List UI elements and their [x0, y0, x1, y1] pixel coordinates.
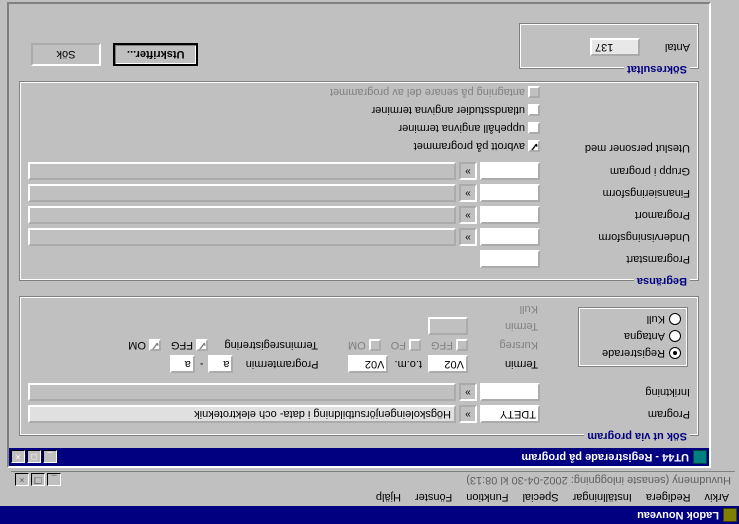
finansieringsform-desc [28, 184, 456, 202]
tom-label: t.o.m. [394, 358, 422, 370]
cb-kursreg-fo [409, 339, 421, 351]
cb-kursreg-om-label: OM [348, 339, 366, 351]
grupp-label: Grupp i program [540, 165, 690, 177]
cb-kursreg-ffg [456, 339, 468, 351]
child-icon [693, 450, 707, 464]
child-title: UT44 - Registrerade på program [57, 451, 689, 463]
child-minimize-icon[interactable]: _ [43, 451, 57, 464]
child-maximize-icon[interactable]: □ [27, 451, 41, 464]
undervisningsform-lookup-button[interactable]: » [459, 228, 477, 246]
finansieringsform-input[interactable] [480, 184, 540, 202]
programtermin-from-input[interactable] [208, 355, 233, 373]
close-icon[interactable]: × [15, 474, 29, 487]
menu-fonster[interactable]: Fönster [409, 490, 458, 504]
programstart-label: Programstart [540, 253, 690, 265]
grupp-lookup-button[interactable]: » [459, 162, 477, 180]
uteslut-label: Uteslut personer med [540, 142, 690, 154]
programtermin-to-input[interactable] [170, 355, 195, 373]
child-close-icon[interactable]: × [11, 451, 25, 464]
menu-funktion[interactable]: Funktion [460, 490, 514, 504]
programtermin-dash: - [200, 358, 204, 370]
radio-kull-label: Kull [647, 314, 665, 326]
programstart-input[interactable] [480, 250, 540, 268]
kull-label: Kull [468, 303, 538, 315]
cb-kursreg-fo-label: FO [391, 339, 406, 351]
group-sok: Sök ut via program Program » Högskoleing… [19, 296, 699, 436]
program-label: Program [540, 408, 690, 420]
undervisningsform-label: Undervisningsform [540, 231, 690, 243]
inriktning-label: Inriktning [540, 386, 690, 398]
group-sokresultat: Sökresultat Antal 137 [519, 23, 699, 69]
group-begransa-legend: Begränsa [634, 275, 690, 287]
menu-arkiv[interactable]: Arkiv [699, 490, 735, 504]
undervisningsform-desc [28, 228, 456, 246]
programort-desc [28, 206, 456, 224]
mdi-child-header: Huvudmeny (senaste inloggning: 2002-04-3… [11, 471, 735, 488]
radio-registrerade-label: Registrerade [602, 348, 665, 360]
antal-value: 137 [590, 38, 640, 56]
menu-hjalp[interactable]: Hjälp [370, 490, 407, 504]
child-titlebar: UT44 - Registrerade på program _ □ × [9, 448, 709, 466]
program-lookup-button[interactable]: » [459, 405, 477, 423]
programort-input[interactable] [480, 206, 540, 224]
group-sok-legend: Sök ut via program [584, 430, 690, 442]
sok-button[interactable]: Sök [31, 43, 101, 66]
cb-kursreg-ffg-label: FFG [431, 339, 453, 351]
menu-installningar[interactable]: Inställningar [567, 490, 638, 504]
app-titlebar: Ladok Nouveau [0, 506, 739, 524]
radio-registrerade[interactable] [669, 348, 681, 360]
cb-avbrott[interactable] [528, 140, 540, 152]
cb-termreg-om-label: OM [128, 339, 146, 351]
cb-uppehall-label: uppehåll angivna terminer [398, 122, 525, 134]
menu-special[interactable]: Special [517, 490, 565, 504]
group-begransa: Begränsa Programstart Undervisningsform … [19, 81, 699, 281]
selection-mode-box: Registrerade Antagna Kull [578, 307, 688, 367]
cb-antagning-label: antagning på senare del av programmet [330, 86, 525, 98]
cb-utlands[interactable] [528, 104, 540, 116]
finansieringsform-label: Finansieringsform [540, 187, 690, 199]
kursreg-label: Kursreg [468, 339, 538, 351]
grupp-desc [28, 162, 456, 180]
cb-termreg-ffg[interactable] [196, 339, 208, 351]
inriktning-lookup-button[interactable]: » [459, 383, 477, 401]
child-window: UT44 - Registrerade på program _ □ × Sök… [7, 2, 711, 468]
cb-utlands-label: utlandsstudier angivna terminer [372, 104, 525, 116]
app-title: Ladok Nouveau [637, 509, 719, 521]
terminsreg-label: Terminsregistrering [208, 339, 318, 351]
inriktning-desc [28, 383, 456, 401]
termin-label: Termin [468, 358, 538, 370]
cb-kursreg-om [369, 339, 381, 351]
cb-avbrott-label: avbrott på programmet [414, 140, 525, 152]
antal-label: Antal [640, 41, 690, 53]
termin-to-input[interactable] [348, 355, 388, 373]
restore-icon[interactable]: ❐ [31, 474, 45, 487]
status-text: Huvudmeny (senaste inloggning: 2002-04-3… [466, 474, 731, 486]
radio-kull[interactable] [669, 314, 681, 326]
kull-termin-label: Termin [468, 320, 538, 332]
inriktning-code-input[interactable] [480, 383, 540, 401]
program-desc: Högskoleingenjörsutbildning i data- och … [28, 405, 456, 423]
cb-termreg-ffg-label: FFG [171, 339, 193, 351]
programort-lookup-button[interactable]: » [459, 206, 477, 224]
finansieringsform-lookup-button[interactable]: » [459, 184, 477, 202]
termin-from-input[interactable] [428, 355, 468, 373]
group-sokresultat-legend: Sökresultat [624, 63, 690, 75]
cb-antagning [528, 86, 540, 98]
undervisningsform-input[interactable] [480, 228, 540, 246]
radio-antagna[interactable] [669, 331, 681, 343]
menubar: Arkiv Redigera Inställningar Special Fun… [0, 488, 739, 506]
utskrifter-button[interactable]: Utskrifter... [113, 43, 198, 66]
programtermin-label: Programtermin [233, 358, 318, 370]
program-code-input[interactable] [480, 405, 540, 423]
minimize-icon[interactable]: _ [47, 474, 61, 487]
radio-antagna-label: Antagna [624, 331, 665, 343]
kull-termin-input [428, 317, 468, 335]
app-icon [723, 508, 737, 522]
cb-termreg-om[interactable] [149, 339, 161, 351]
programort-label: Programort [540, 209, 690, 221]
cb-uppehall[interactable] [528, 122, 540, 134]
grupp-input[interactable] [480, 162, 540, 180]
menu-redigera[interactable]: Redigera [640, 490, 697, 504]
